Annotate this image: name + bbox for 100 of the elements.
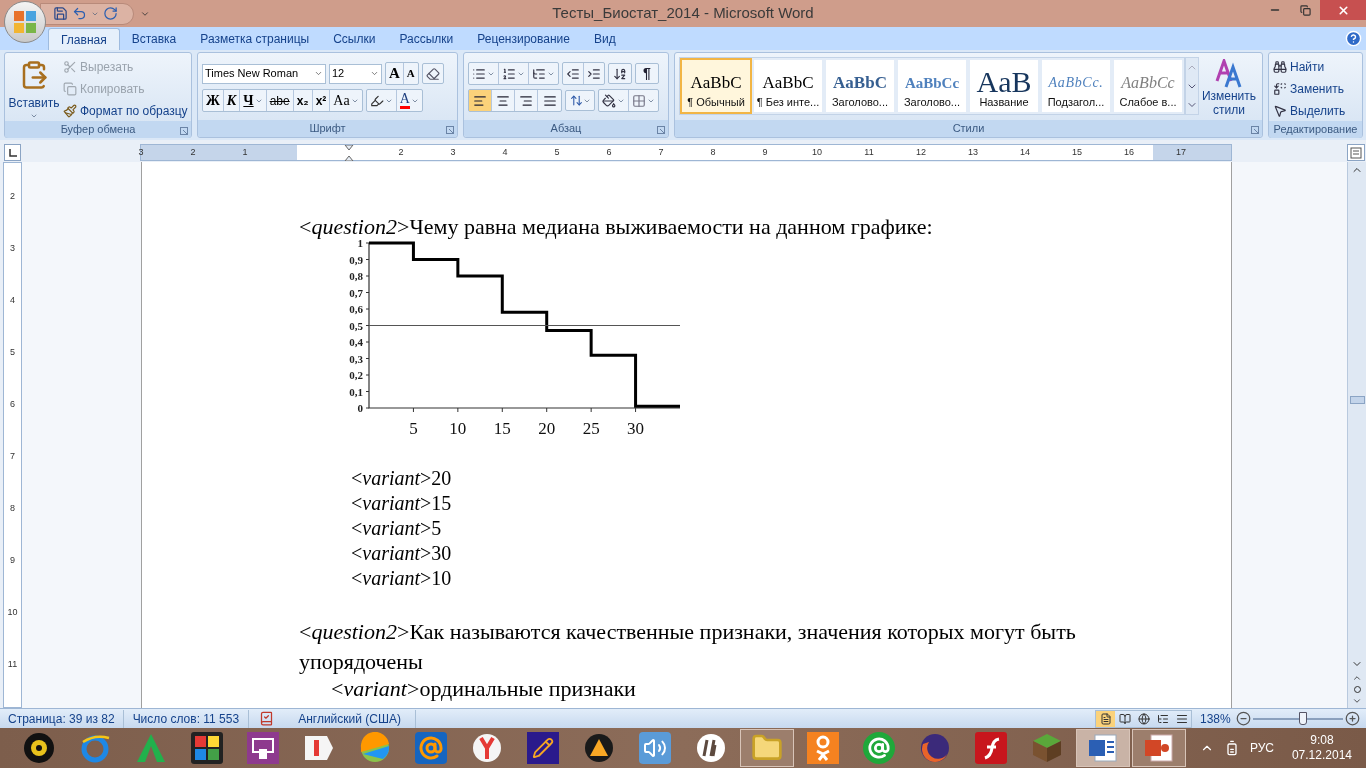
ruler-number: 17 [1176,145,1186,159]
zoom-slider-thumb[interactable] [1299,711,1308,725]
ruler-number: 2 [190,145,196,159]
logo-icon [13,10,37,34]
ruler-number: 11 [7,658,18,672]
proofing-icon[interactable] [259,711,275,726]
taskbar-button[interactable] [1076,729,1130,767]
x-tick-label: 5 [409,419,418,438]
ribbon-tab[interactable]: Рецензирование [465,28,582,50]
webcam-icon [23,732,55,764]
style-tile[interactable]: AaB Название [970,60,1038,112]
ruler-number: 12 [916,145,926,159]
x-tick-label: 10 [449,419,467,438]
format-button[interactable]: abe [266,90,294,111]
paste-button[interactable]: Вставить [5,53,63,121]
style-tile[interactable]: AaBbCc Заголово... [898,60,966,112]
dialog-launcher-icon[interactable] [657,126,665,134]
group-label: Буфер обмена [60,122,136,137]
bullet-list-icon [472,66,486,81]
shrink-font-button[interactable]: A [403,63,418,84]
ruler-number: 11 [864,145,874,159]
change-styles-button[interactable]: Изменить стили [1199,57,1259,117]
format-button[interactable]: x₂ [293,90,313,111]
caret-icon [370,69,379,78]
grow-font-button[interactable]: A [386,63,404,84]
replace-button[interactable]: Заменить [1273,78,1346,99]
format-button[interactable]: Ж [203,90,224,111]
ribbon-tab[interactable]: Рассылки [387,28,466,50]
font-size-field[interactable]: 12 [329,63,382,84]
format-button[interactable]: Ч [240,90,267,111]
find-button[interactable]: Найти [1273,56,1346,77]
style-tile[interactable]: AaBbC ¶ Без инте... [754,60,822,112]
view-button[interactable] [1096,710,1115,727]
dialog-launcher-icon[interactable] [180,126,188,135]
answer-option: <variant>10 [351,566,1231,591]
ribbon-tab[interactable]: Ссылки [321,28,388,50]
zoom-out-icon[interactable] [1236,711,1251,726]
style-tile[interactable]: AaBbCc Слабое в... [1114,60,1182,112]
pointer-icon [1273,103,1287,118]
y-tick-label: 1 [357,237,363,249]
format-button[interactable]: Aa [330,90,362,111]
ruler-number: 6 [10,398,15,412]
play-icon [583,732,615,764]
close-button[interactable] [1320,0,1366,20]
ruler-number: 3 [10,242,15,256]
tab-stop-button[interactable] [4,144,21,161]
ruler-number: 9 [762,145,768,159]
ribbon-tab[interactable]: Вид [581,28,628,50]
zoom-in-icon[interactable] [1345,711,1360,726]
dialog-launcher-icon[interactable] [1251,126,1259,134]
highlighter-icon [369,93,384,108]
undo-icon[interactable] [72,6,87,21]
ruler-toggle-button[interactable] [1347,144,1365,161]
indent-marker-icon[interactable] [344,144,354,161]
clear-formatting-button[interactable] [421,63,444,84]
font-name-field[interactable]: Times New Roman [202,63,326,84]
dialog-launcher-icon[interactable] [446,126,454,134]
previous-page-icon[interactable] [1352,673,1362,683]
view-icon [1118,712,1131,725]
ribbon-tab[interactable]: Главная [48,28,120,50]
window-title: Тесты_Биостат_2014 - Microsoft Word [552,3,814,24]
ruler-number: 9 [10,554,15,568]
ruler-number: 2 [398,145,404,159]
group-label: Редактирование [1273,122,1358,137]
font-color-button[interactable]: A [396,90,422,111]
ball-icon [359,732,391,764]
shading-button[interactable] [599,90,629,111]
group-label: Стили [952,121,985,137]
tab-stop-icon [8,148,17,157]
next-page-icon[interactable] [1352,696,1362,706]
vertical-scrollbar[interactable] [1347,162,1366,708]
redo-icon[interactable] [103,6,118,21]
line-spacing-button[interactable] [565,90,595,111]
view-icon [1099,712,1112,725]
style-tile[interactable]: AaBbC ¶ Обычный [682,60,750,112]
input-language[interactable]: РУС [1249,739,1274,757]
style-tile[interactable]: AaBbCc. Подзагол... [1042,60,1110,112]
save-icon[interactable] [53,6,68,21]
zoom-level[interactable]: 138% [1200,709,1236,728]
clock[interactable]: 9:08 07.12.2014 [1291,733,1352,763]
help-icon[interactable] [1345,30,1362,47]
x-tick-label: 25 [582,419,600,438]
style-tile[interactable]: AaBbC Заголово... [826,60,894,112]
scrollbar-thumb[interactable] [1349,396,1365,404]
format-button[interactable]: К [223,90,241,111]
show-marks-button[interactable]: ¶ [635,63,659,84]
format-painter-button[interactable]: Формат по образцу [63,100,188,121]
select-button[interactable]: Выделить [1273,100,1346,121]
document-icon [1087,732,1119,764]
format-button[interactable]: x² [312,90,331,111]
align-button[interactable] [469,90,492,111]
answer-option: <variant>5 [351,516,1231,541]
sort-button[interactable] [608,63,632,84]
page-count[interactable]: Страница: 39 из 82 [0,709,124,728]
word-count[interactable]: Число слов: 11 553 [123,709,250,728]
view-icon [1156,712,1169,725]
ribbon-tab[interactable]: Разметка страницы [188,28,322,50]
ribbon-tab[interactable]: Вставка [119,28,189,50]
language-indicator[interactable]: Английский (США) [284,709,416,728]
ruler-number: 14 [1020,145,1030,159]
